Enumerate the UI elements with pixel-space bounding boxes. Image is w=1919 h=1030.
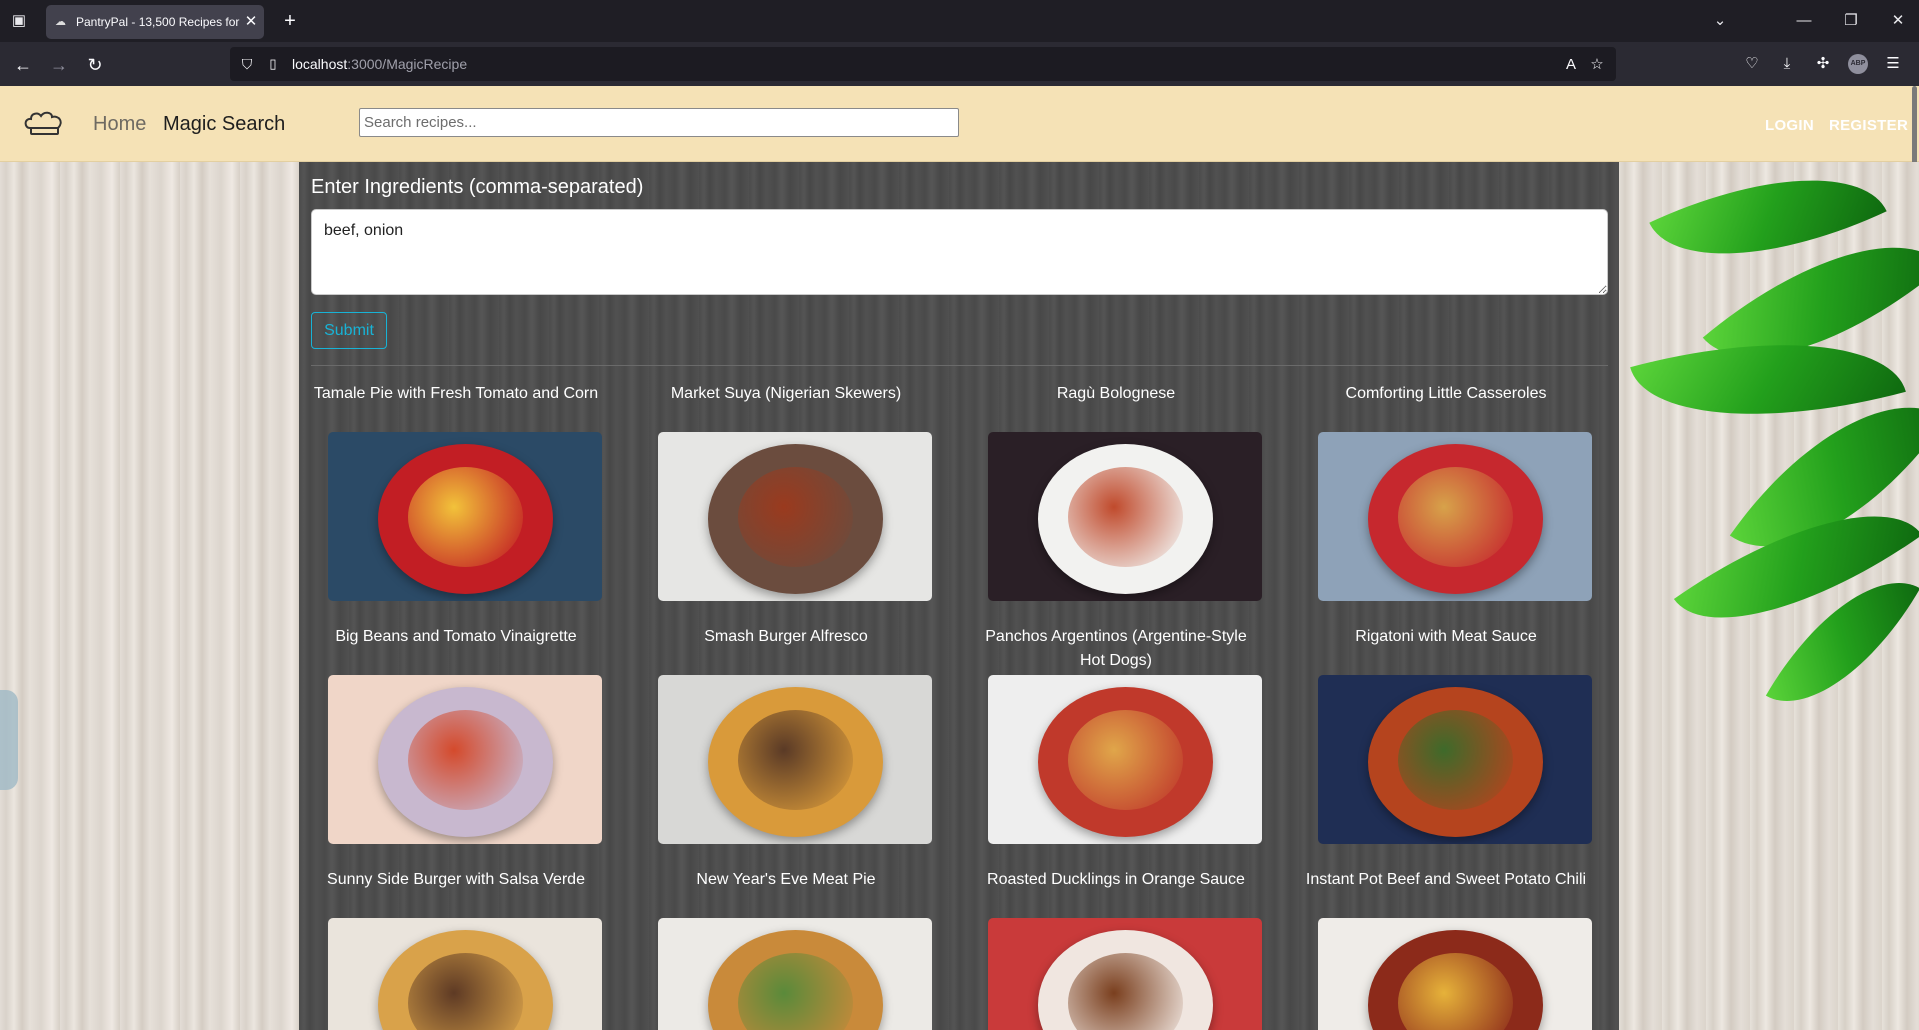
minimize-button[interactable]: — xyxy=(1789,8,1819,34)
wood-background-right xyxy=(1618,129,1919,1030)
new-tab-button[interactable]: + xyxy=(278,9,302,33)
tab-list-icon[interactable]: ▣ xyxy=(8,10,30,32)
tab-close-icon[interactable]: ✕ xyxy=(242,12,260,32)
nav-home-link[interactable]: Home xyxy=(93,113,146,137)
recipe-title[interactable]: Tamale Pie with Fresh Tomato and Corn xyxy=(311,382,601,406)
browser-navbar: ← → ↻ ⛉ ▯ localhost:3000/MagicRecipe A ☆ xyxy=(0,42,1919,86)
tab-title: PantryPal - 13,500 Recipes for Cooking xyxy=(76,15,241,29)
recipe-title[interactable]: Panchos Argentinos (Argentine-Style Hot … xyxy=(971,625,1261,673)
recipe-image[interactable] xyxy=(1318,918,1592,1030)
chef-hat-favicon-icon: ☁ xyxy=(55,16,66,28)
dish-food xyxy=(738,710,853,810)
dish-food xyxy=(1068,467,1183,567)
recipe-image[interactable] xyxy=(988,675,1262,844)
restore-button[interactable]: ❐ xyxy=(1836,8,1866,34)
pocket-icon[interactable]: ♡ xyxy=(1740,52,1764,76)
nav-magic-search-link[interactable]: Magic Search xyxy=(163,113,285,137)
list-all-tabs-icon[interactable]: ⌄ xyxy=(1705,8,1735,34)
recipe-image[interactable] xyxy=(328,432,602,601)
forward-icon[interactable]: → xyxy=(46,52,72,78)
ingredients-textarea[interactable]: beef, onion xyxy=(311,209,1608,295)
recipe-image[interactable] xyxy=(658,432,932,601)
extensions-icon[interactable]: ✣ xyxy=(1811,52,1835,76)
recipe-title[interactable]: Roasted Ducklings in Orange Sauce xyxy=(971,868,1261,892)
recipe-image[interactable] xyxy=(1318,675,1592,844)
recipe-title[interactable]: Big Beans and Tomato Vinaigrette xyxy=(311,625,601,649)
browser-tab[interactable]: ☁ PantryPal - 13,500 Recipes for Cooking… xyxy=(46,5,264,39)
recipe-image[interactable] xyxy=(328,675,602,844)
wood-background-left xyxy=(0,162,300,1030)
recipe-title[interactable]: Market Suya (Nigerian Skewers) xyxy=(641,382,931,406)
recipe-image[interactable] xyxy=(658,675,932,844)
account-avatar-icon[interactable]: ABP xyxy=(1848,54,1868,74)
translate-icon[interactable]: A xyxy=(1560,54,1582,76)
browser-titlebar: ▣ ☁ PantryPal - 13,500 Recipes for Cooki… xyxy=(0,0,1919,42)
chef-hat-logo-icon[interactable] xyxy=(22,108,66,138)
recipe-title[interactable]: Smash Burger Alfresco xyxy=(641,625,931,649)
dish-food xyxy=(1398,710,1513,810)
dish-food xyxy=(408,710,523,810)
page-icon[interactable]: ▯ xyxy=(264,55,282,73)
recipe-image[interactable] xyxy=(988,432,1262,601)
url-bar[interactable]: ⛉ ▯ localhost:3000/MagicRecipe A ☆ xyxy=(230,47,1616,81)
recipe-title[interactable]: Rigatoni with Meat Sauce xyxy=(1301,625,1591,649)
towel-decoration xyxy=(0,690,18,790)
register-link[interactable]: REGISTER xyxy=(1829,117,1908,135)
reload-icon[interactable]: ↻ xyxy=(82,52,108,78)
recipe-title[interactable]: Instant Pot Beef and Sweet Potato Chili xyxy=(1301,868,1591,892)
dish-food xyxy=(738,467,853,567)
recipe-title[interactable]: Comforting Little Casseroles xyxy=(1301,382,1591,406)
recipe-image[interactable] xyxy=(1318,432,1592,601)
login-link[interactable]: LOGIN xyxy=(1765,117,1814,135)
site-header: Home Magic Search LOGIN REGISTER xyxy=(0,86,1919,162)
back-icon[interactable]: ← xyxy=(10,52,36,78)
recipe-image[interactable] xyxy=(988,918,1262,1030)
url-text[interactable]: localhost:3000/MagicRecipe xyxy=(292,56,467,74)
dish-food xyxy=(408,467,523,567)
dish-food xyxy=(1398,467,1513,567)
divider xyxy=(311,365,1608,366)
submit-button[interactable]: Submit xyxy=(311,312,387,349)
shield-icon[interactable]: ⛉ xyxy=(238,55,256,73)
bookmark-star-icon[interactable]: ☆ xyxy=(1586,54,1608,76)
search-input[interactable] xyxy=(359,108,959,137)
downloads-icon[interactable]: ⤓ xyxy=(1775,52,1799,76)
recipe-title[interactable]: Ragù Bolognese xyxy=(971,382,1261,406)
recipe-title[interactable]: New Year's Eve Meat Pie xyxy=(641,868,931,892)
dish-food xyxy=(1068,710,1183,810)
menu-icon[interactable]: ☰ xyxy=(1881,52,1905,76)
recipe-image[interactable] xyxy=(658,918,932,1030)
close-window-button[interactable]: ✕ xyxy=(1883,8,1913,34)
recipe-title[interactable]: Sunny Side Burger with Salsa Verde xyxy=(311,868,601,892)
recipe-image[interactable] xyxy=(328,918,602,1030)
ingredients-label: Enter Ingredients (comma-separated) xyxy=(311,176,644,198)
